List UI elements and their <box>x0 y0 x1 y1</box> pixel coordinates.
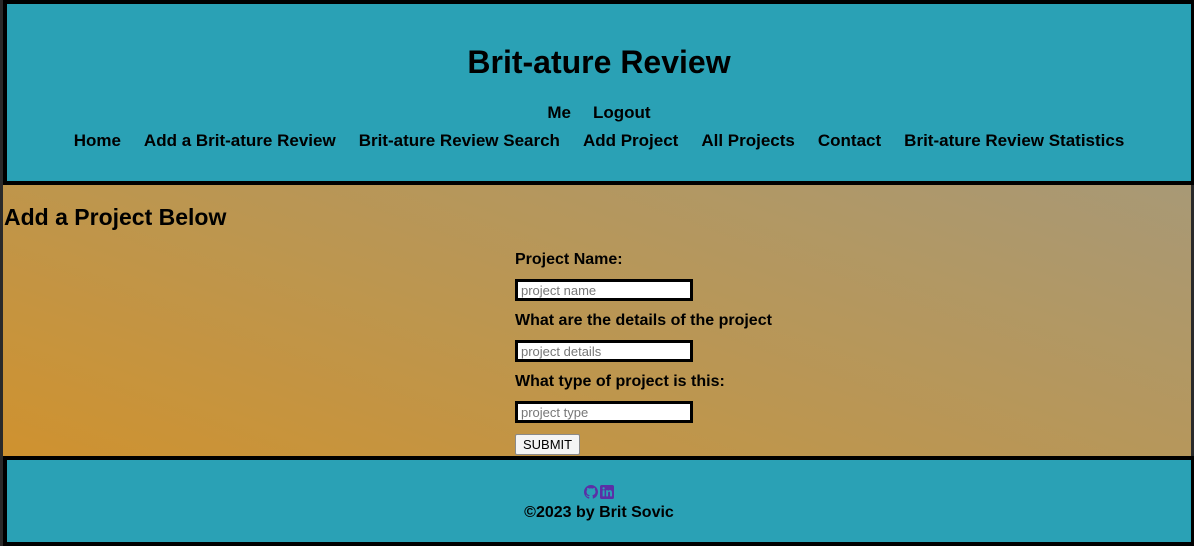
main-nav: Home Add a Brit-ature Review Brit-ature … <box>7 131 1191 151</box>
project-type-input[interactable] <box>515 401 693 423</box>
page-heading: Add a Project Below <box>4 204 227 230</box>
social-links <box>7 485 1191 499</box>
nav-link-review-search[interactable]: Brit-ature Review Search <box>359 131 560 151</box>
project-name-label: Project Name: <box>515 251 623 268</box>
nav-link-contact[interactable]: Contact <box>818 131 881 151</box>
site-footer: ©2023 by Brit Sovic <box>3 456 1194 546</box>
nav-link-me[interactable]: Me <box>547 103 571 123</box>
project-details-input[interactable] <box>515 340 693 362</box>
project-type-label: What type of project is this: <box>515 373 725 390</box>
nav-link-add-review[interactable]: Add a Brit-ature Review <box>144 131 336 151</box>
nav-link-logout[interactable]: Logout <box>593 103 651 123</box>
nav-link-all-projects[interactable]: All Projects <box>701 131 795 151</box>
nav-link-add-project[interactable]: Add Project <box>583 131 678 151</box>
submit-button[interactable]: SUBMIT <box>515 434 581 455</box>
project-name-input[interactable] <box>515 279 693 301</box>
project-details-label: What are the details of the project <box>515 312 772 329</box>
nav-link-home[interactable]: Home <box>74 131 121 151</box>
linkedin-icon[interactable] <box>600 485 614 499</box>
main-content: Add a Project Below Project Name: What a… <box>3 185 1191 456</box>
copyright-text: ©2023 by Brit Sovic <box>524 504 674 521</box>
github-icon[interactable] <box>584 485 598 499</box>
site-header: Brit-ature Review Me Logout Home Add a B… <box>3 0 1194 185</box>
user-nav: Me Logout <box>7 103 1191 123</box>
nav-link-statistics[interactable]: Brit-ature Review Statistics <box>904 131 1124 151</box>
site-title: Brit-ature Review <box>467 44 731 80</box>
